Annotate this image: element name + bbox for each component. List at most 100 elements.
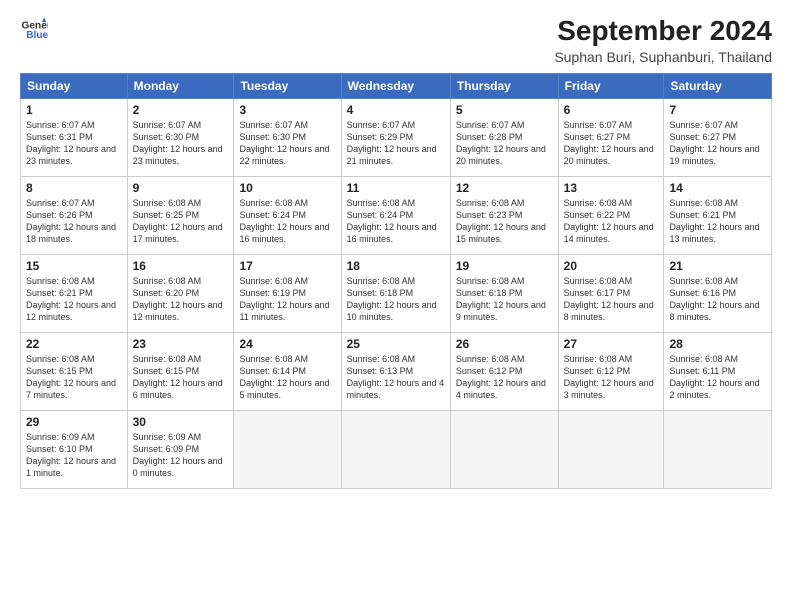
day-header-monday: Monday xyxy=(127,73,234,98)
day-info: Sunrise: 6:08 AMSunset: 6:14 PMDaylight:… xyxy=(239,354,329,400)
day-info: Sunrise: 6:07 AMSunset: 6:28 PMDaylight:… xyxy=(456,120,546,166)
calendar-cell: 4 Sunrise: 6:07 AMSunset: 6:29 PMDayligh… xyxy=(341,98,450,176)
day-number: 17 xyxy=(239,259,335,273)
day-number: 12 xyxy=(456,181,553,195)
title-area: September 2024 Suphan Buri, Suphanburi, … xyxy=(554,16,772,65)
day-header-saturday: Saturday xyxy=(664,73,772,98)
week-row-0: 1 Sunrise: 6:07 AMSunset: 6:31 PMDayligh… xyxy=(21,98,772,176)
sub-title: Suphan Buri, Suphanburi, Thailand xyxy=(554,49,772,65)
day-info: Sunrise: 6:08 AMSunset: 6:21 PMDaylight:… xyxy=(26,276,116,322)
day-number: 25 xyxy=(347,337,445,351)
day-info: Sunrise: 6:08 AMSunset: 6:18 PMDaylight:… xyxy=(456,276,546,322)
calendar-cell: 17 Sunrise: 6:08 AMSunset: 6:19 PMDaylig… xyxy=(234,254,341,332)
calendar-cell: 30 Sunrise: 6:09 AMSunset: 6:09 PMDaylig… xyxy=(127,410,234,488)
day-number: 19 xyxy=(456,259,553,273)
calendar-cell xyxy=(341,410,450,488)
day-info: Sunrise: 6:07 AMSunset: 6:30 PMDaylight:… xyxy=(239,120,329,166)
day-info: Sunrise: 6:07 AMSunset: 6:31 PMDaylight:… xyxy=(26,120,116,166)
day-number: 10 xyxy=(239,181,335,195)
day-number: 27 xyxy=(564,337,659,351)
day-info: Sunrise: 6:08 AMSunset: 6:12 PMDaylight:… xyxy=(456,354,546,400)
calendar-table: SundayMondayTuesdayWednesdayThursdayFrid… xyxy=(20,73,772,489)
day-number: 8 xyxy=(26,181,122,195)
day-number: 9 xyxy=(133,181,229,195)
day-info: Sunrise: 6:08 AMSunset: 6:21 PMDaylight:… xyxy=(669,198,759,244)
calendar-cell: 3 Sunrise: 6:07 AMSunset: 6:30 PMDayligh… xyxy=(234,98,341,176)
calendar-cell: 10 Sunrise: 6:08 AMSunset: 6:24 PMDaylig… xyxy=(234,176,341,254)
week-row-1: 8 Sunrise: 6:07 AMSunset: 6:26 PMDayligh… xyxy=(21,176,772,254)
calendar-cell: 12 Sunrise: 6:08 AMSunset: 6:23 PMDaylig… xyxy=(450,176,558,254)
day-info: Sunrise: 6:07 AMSunset: 6:27 PMDaylight:… xyxy=(564,120,654,166)
week-row-4: 29 Sunrise: 6:09 AMSunset: 6:10 PMDaylig… xyxy=(21,410,772,488)
day-number: 21 xyxy=(669,259,766,273)
day-info: Sunrise: 6:08 AMSunset: 6:19 PMDaylight:… xyxy=(239,276,329,322)
day-info: Sunrise: 6:08 AMSunset: 6:12 PMDaylight:… xyxy=(564,354,654,400)
header: General Blue September 2024 Suphan Buri,… xyxy=(20,16,772,65)
calendar-cell: 29 Sunrise: 6:09 AMSunset: 6:10 PMDaylig… xyxy=(21,410,128,488)
week-row-3: 22 Sunrise: 6:08 AMSunset: 6:15 PMDaylig… xyxy=(21,332,772,410)
calendar-cell: 13 Sunrise: 6:08 AMSunset: 6:22 PMDaylig… xyxy=(558,176,664,254)
day-info: Sunrise: 6:08 AMSunset: 6:24 PMDaylight:… xyxy=(347,198,437,244)
day-number: 2 xyxy=(133,103,229,117)
calendar-cell: 14 Sunrise: 6:08 AMSunset: 6:21 PMDaylig… xyxy=(664,176,772,254)
day-header-tuesday: Tuesday xyxy=(234,73,341,98)
calendar-cell xyxy=(664,410,772,488)
day-info: Sunrise: 6:09 AMSunset: 6:10 PMDaylight:… xyxy=(26,432,116,478)
calendar-cell: 7 Sunrise: 6:07 AMSunset: 6:27 PMDayligh… xyxy=(664,98,772,176)
day-number: 28 xyxy=(669,337,766,351)
calendar-cell: 19 Sunrise: 6:08 AMSunset: 6:18 PMDaylig… xyxy=(450,254,558,332)
calendar-cell: 2 Sunrise: 6:07 AMSunset: 6:30 PMDayligh… xyxy=(127,98,234,176)
day-number: 5 xyxy=(456,103,553,117)
calendar-cell: 25 Sunrise: 6:08 AMSunset: 6:13 PMDaylig… xyxy=(341,332,450,410)
day-number: 26 xyxy=(456,337,553,351)
calendar-cell xyxy=(558,410,664,488)
calendar-cell: 5 Sunrise: 6:07 AMSunset: 6:28 PMDayligh… xyxy=(450,98,558,176)
day-info: Sunrise: 6:08 AMSunset: 6:15 PMDaylight:… xyxy=(133,354,223,400)
day-number: 30 xyxy=(133,415,229,429)
calendar-cell: 27 Sunrise: 6:08 AMSunset: 6:12 PMDaylig… xyxy=(558,332,664,410)
day-info: Sunrise: 6:07 AMSunset: 6:27 PMDaylight:… xyxy=(669,120,759,166)
day-number: 18 xyxy=(347,259,445,273)
svg-text:Blue: Blue xyxy=(26,30,48,41)
main-title: September 2024 xyxy=(554,16,772,47)
calendar-cell: 9 Sunrise: 6:08 AMSunset: 6:25 PMDayligh… xyxy=(127,176,234,254)
day-info: Sunrise: 6:08 AMSunset: 6:22 PMDaylight:… xyxy=(564,198,654,244)
day-info: Sunrise: 6:07 AMSunset: 6:30 PMDaylight:… xyxy=(133,120,223,166)
calendar-cell xyxy=(450,410,558,488)
day-number: 15 xyxy=(26,259,122,273)
calendar-cell: 22 Sunrise: 6:08 AMSunset: 6:15 PMDaylig… xyxy=(21,332,128,410)
day-info: Sunrise: 6:08 AMSunset: 6:23 PMDaylight:… xyxy=(456,198,546,244)
logo-icon: General Blue xyxy=(20,16,48,44)
calendar-cell: 23 Sunrise: 6:08 AMSunset: 6:15 PMDaylig… xyxy=(127,332,234,410)
day-info: Sunrise: 6:08 AMSunset: 6:25 PMDaylight:… xyxy=(133,198,223,244)
calendar-cell: 15 Sunrise: 6:08 AMSunset: 6:21 PMDaylig… xyxy=(21,254,128,332)
week-row-2: 15 Sunrise: 6:08 AMSunset: 6:21 PMDaylig… xyxy=(21,254,772,332)
page: General Blue September 2024 Suphan Buri,… xyxy=(0,0,792,612)
day-header-wednesday: Wednesday xyxy=(341,73,450,98)
day-number: 7 xyxy=(669,103,766,117)
calendar-cell xyxy=(234,410,341,488)
day-number: 4 xyxy=(347,103,445,117)
calendar-cell: 20 Sunrise: 6:08 AMSunset: 6:17 PMDaylig… xyxy=(558,254,664,332)
day-number: 29 xyxy=(26,415,122,429)
calendar-cell: 16 Sunrise: 6:08 AMSunset: 6:20 PMDaylig… xyxy=(127,254,234,332)
day-header-friday: Friday xyxy=(558,73,664,98)
calendar-cell: 8 Sunrise: 6:07 AMSunset: 6:26 PMDayligh… xyxy=(21,176,128,254)
calendar-cell: 11 Sunrise: 6:08 AMSunset: 6:24 PMDaylig… xyxy=(341,176,450,254)
calendar-cell: 28 Sunrise: 6:08 AMSunset: 6:11 PMDaylig… xyxy=(664,332,772,410)
day-info: Sunrise: 6:08 AMSunset: 6:16 PMDaylight:… xyxy=(669,276,759,322)
day-info: Sunrise: 6:07 AMSunset: 6:29 PMDaylight:… xyxy=(347,120,437,166)
day-number: 20 xyxy=(564,259,659,273)
calendar-cell: 18 Sunrise: 6:08 AMSunset: 6:18 PMDaylig… xyxy=(341,254,450,332)
day-info: Sunrise: 6:08 AMSunset: 6:24 PMDaylight:… xyxy=(239,198,329,244)
day-header-sunday: Sunday xyxy=(21,73,128,98)
day-info: Sunrise: 6:08 AMSunset: 6:11 PMDaylight:… xyxy=(669,354,759,400)
day-number: 13 xyxy=(564,181,659,195)
day-number: 3 xyxy=(239,103,335,117)
calendar-cell: 24 Sunrise: 6:08 AMSunset: 6:14 PMDaylig… xyxy=(234,332,341,410)
day-info: Sunrise: 6:08 AMSunset: 6:15 PMDaylight:… xyxy=(26,354,116,400)
day-number: 1 xyxy=(26,103,122,117)
day-number: 14 xyxy=(669,181,766,195)
day-info: Sunrise: 6:07 AMSunset: 6:26 PMDaylight:… xyxy=(26,198,116,244)
day-number: 23 xyxy=(133,337,229,351)
